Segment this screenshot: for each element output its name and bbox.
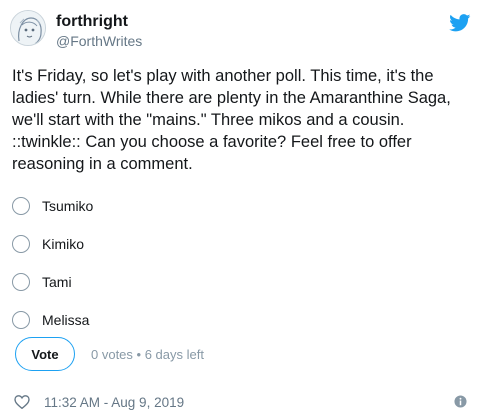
radio-button[interactable]	[12, 311, 30, 329]
poll-option-tsumiko[interactable]: Tsumiko	[12, 187, 467, 225]
tweet-timestamp[interactable]: 11:32 AM - Aug 9, 2019	[44, 395, 184, 410]
poll-option-melissa[interactable]: Melissa	[12, 301, 467, 339]
radio-button[interactable]	[12, 197, 30, 215]
poll-option-label: Kimiko	[42, 236, 85, 252]
author-display-name[interactable]: forthright	[56, 13, 128, 31]
tweet-text: It's Friday, so let's play with another …	[12, 67, 456, 173]
poll-option-label: Melissa	[42, 312, 90, 328]
poll-option-label: Tami	[42, 274, 72, 290]
poll-option-kimiko[interactable]: Kimiko	[12, 225, 467, 263]
poll-actions: Vote 0 votes • 6 days left	[15, 336, 204, 372]
poll-meta: 0 votes • 6 days left	[91, 346, 204, 362]
poll-option-label: Tsumiko	[42, 198, 94, 214]
poll-option-tami[interactable]: Tami	[12, 263, 467, 301]
heart-icon[interactable]	[14, 395, 30, 409]
twitter-bird-icon[interactable]	[449, 14, 471, 32]
radio-button[interactable]	[12, 235, 30, 253]
tweet-footer: 11:32 AM - Aug 9, 2019	[14, 392, 469, 412]
vote-button[interactable]: Vote	[15, 337, 75, 371]
info-icon[interactable]	[454, 395, 467, 408]
radio-button[interactable]	[12, 273, 30, 291]
author-handle[interactable]: @ForthWrites	[56, 33, 142, 49]
tweet-header: forthright @ForthWrites	[10, 10, 471, 54]
avatar[interactable]	[10, 10, 46, 46]
poll: Tsumiko Kimiko Tami Melissa	[12, 187, 467, 339]
